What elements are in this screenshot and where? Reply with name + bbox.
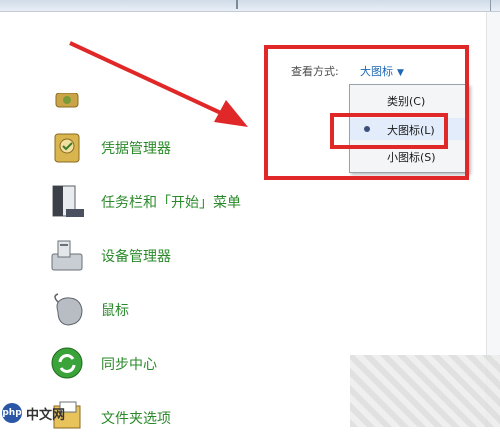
taskbar-icon xyxy=(52,185,84,217)
php-logo: php xyxy=(2,403,22,423)
list-item-device-manager[interactable]: 设备管理器 xyxy=(50,238,350,274)
item-label: 同步中心 xyxy=(101,357,157,373)
blurred-region xyxy=(350,355,500,427)
item-label: 设备管理器 xyxy=(101,249,171,265)
list-item-credential-manager[interactable]: 凭据管理器 xyxy=(50,130,350,166)
device-manager-icon xyxy=(51,240,83,271)
item-label: 任务栏和「开始」菜单 xyxy=(101,195,241,211)
credential-manager-icon xyxy=(54,133,80,163)
watermark: php 中文网 xyxy=(0,398,90,427)
mouse-icon xyxy=(54,293,83,326)
list-item-folder-options[interactable]: 文件夹选项 xyxy=(50,400,350,436)
item-label: 文件夹选项 xyxy=(101,411,171,427)
item-label: 凭据管理器 xyxy=(101,141,171,157)
list-item-mouse[interactable]: 鼠标 xyxy=(50,292,350,328)
list-item-sync-center[interactable]: 同步中心 xyxy=(50,346,350,382)
list-item-taskbar[interactable]: 任务栏和「开始」菜单 xyxy=(50,184,350,220)
sync-center-icon xyxy=(51,347,83,379)
item-label: 鼠标 xyxy=(101,303,129,319)
watermark-text: 中文网 xyxy=(26,408,66,423)
